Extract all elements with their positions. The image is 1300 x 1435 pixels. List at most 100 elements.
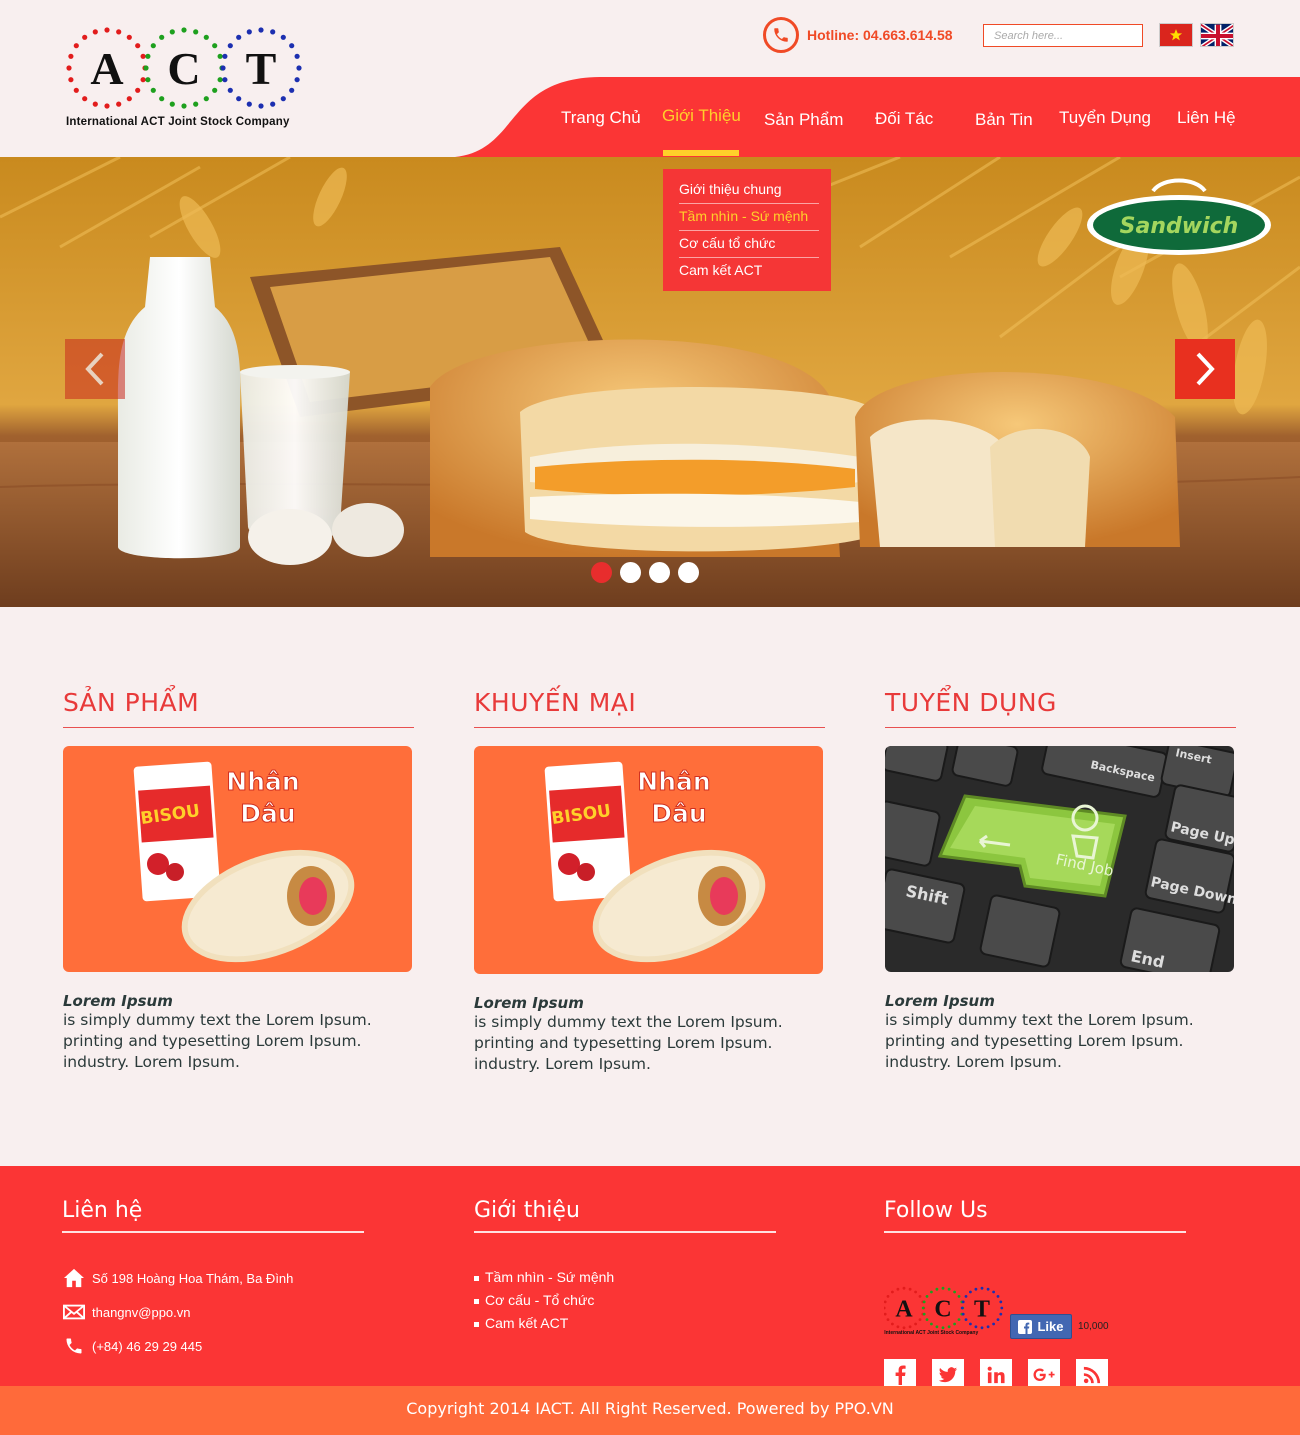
logo-star: [914, 1322, 917, 1326]
footer-link-structure[interactable]: Cơ cấu - Tổ chức: [474, 1289, 776, 1312]
logo-star: [953, 1290, 956, 1294]
vietnamese-flag-icon[interactable]: [1159, 23, 1193, 47]
footer-logo-caption: International ACT Joint Stock Company: [884, 1330, 978, 1336]
nav-item-news[interactable]: Bản Tin: [975, 110, 1033, 130]
caption-line: is simply dummy text the Lorem Ipsum.: [474, 1013, 783, 1031]
logo-star: [159, 96, 165, 102]
dropdown-item-overview[interactable]: Giới thiệu chung: [679, 177, 819, 204]
slider-dot[interactable]: [620, 562, 641, 583]
logo-star: [289, 43, 295, 49]
careers-column: TUYỂN DỤNG Find Job Shift Page Up Page D…: [885, 688, 1236, 1073]
footer-link-vision[interactable]: Tầm nhìn - Sứ mệnh: [474, 1266, 776, 1289]
facebook-icon: [1018, 1319, 1033, 1334]
contact-phone-text: (+84) 46 29 29 445: [92, 1338, 203, 1354]
logo-star: [996, 1318, 1000, 1321]
slider-dot[interactable]: [649, 562, 670, 583]
logo-star: [296, 65, 302, 71]
logo-star: [908, 1325, 912, 1329]
footer-link-commitment[interactable]: Cam kết ACT: [474, 1312, 776, 1335]
caption-line: industry. Lorem Ipsum.: [63, 1053, 240, 1071]
nav-item-careers[interactable]: Tuyển Dụng: [1059, 108, 1151, 128]
dropdown-item-commitment[interactable]: Cam kết ACT: [679, 258, 819, 285]
slider-dot[interactable]: [591, 562, 612, 583]
logo-star: [947, 1287, 951, 1291]
logo-letter: C: [934, 1296, 951, 1322]
logo-star: [896, 1325, 900, 1329]
caption-title: Lorem Ipsum: [474, 994, 584, 1012]
footer-about: Giới thiệu Tầm nhìn - Sứ mệnh Cơ cấu - T…: [474, 1198, 776, 1335]
facebook-like-button[interactable]: Like: [1010, 1314, 1072, 1339]
contact-address: Số 198 Hoàng Hoa Thám, Ba Đình: [62, 1261, 364, 1295]
logo-star: [92, 101, 98, 107]
copyright-bar: Copyright 2014 IACT. All Right Reserved.…: [0, 1386, 1300, 1435]
logo-star: [140, 53, 146, 59]
hotline[interactable]: Hotline: 04.663.614.58: [763, 17, 953, 53]
product-image-text-2: Dâu: [240, 799, 295, 828]
logo-rings: ACT: [66, 27, 302, 109]
contact-email[interactable]: thangnv@ppo.vn: [62, 1295, 364, 1329]
phone-icon: [62, 1335, 86, 1357]
sandwich-badge-text: Sandwich: [1120, 214, 1239, 239]
slider-next-button[interactable]: [1175, 339, 1235, 399]
nav-item-about[interactable]: Giới Thiệu: [662, 106, 741, 126]
logo-star: [73, 87, 79, 93]
logo-star: [82, 96, 88, 102]
contact-email-text: thangnv@ppo.vn: [92, 1304, 191, 1320]
nav-item-products[interactable]: Sản Phẩm: [764, 110, 843, 130]
logo-star: [82, 34, 88, 40]
logo-star: [116, 29, 122, 35]
logo-star: [896, 1287, 900, 1291]
products-column: SẢN PHẨM BISOU Nhân Dâu Lorem Ipsum is s…: [63, 688, 414, 1073]
facebook-like-count: 10,000: [1078, 1321, 1109, 1332]
caption-line: is simply dummy text the Lorem Ipsum.: [885, 1011, 1194, 1029]
logo-star: [918, 1318, 922, 1321]
slider-dot[interactable]: [678, 562, 699, 583]
english-flag-icon[interactable]: [1200, 23, 1234, 47]
hotline-text: Hotline: 04.663.614.58: [807, 27, 953, 43]
logo-star: [280, 34, 286, 40]
logo-star: [891, 1290, 894, 1294]
logo-star: [941, 1326, 945, 1330]
footer-logo[interactable]: A C T International ACT Joint Stock Company: [882, 1284, 1004, 1340]
slider-prev-button[interactable]: [65, 339, 125, 399]
logo-star: [922, 1312, 926, 1316]
logo-star: [143, 65, 149, 71]
product-image: BISOU Nhân Dâu: [63, 746, 412, 972]
contact-phone[interactable]: (+84) 46 29 29 445: [62, 1329, 364, 1363]
logo-star: [294, 77, 300, 83]
logo-star: [222, 53, 228, 59]
logo-star: [935, 1287, 939, 1291]
logo-star: [203, 34, 209, 40]
logo-letter: T: [974, 1296, 990, 1322]
dropdown-item-structure[interactable]: Cơ cấu tổ chức: [679, 231, 819, 258]
promotion-image-text-1: Nhân: [637, 767, 710, 796]
products-thumbnail[interactable]: BISOU Nhân Dâu: [63, 746, 412, 972]
search-input[interactable]: [983, 24, 1143, 47]
logo-star: [135, 43, 141, 49]
nav-item-partners[interactable]: Đối Tác: [875, 109, 933, 129]
keyboard-image: Find Job Shift Page Up Page Down Backspa…: [885, 746, 1234, 972]
logo-star: [289, 87, 295, 93]
logo-star: [921, 1306, 925, 1310]
logo-star: [258, 27, 264, 33]
logo-star: [246, 29, 252, 35]
logo-star: [280, 96, 286, 102]
logo-star: [961, 1312, 965, 1316]
caption-body: is simply dummy text the Lorem Ipsum. pr…: [474, 1012, 825, 1075]
logo-star: [150, 43, 156, 49]
site-header: ACT International ACT Joint Stock Compan…: [0, 0, 1300, 160]
logo-star: [236, 96, 242, 102]
logo-star: [957, 1295, 961, 1298]
promotions-thumbnail[interactable]: BISOU Nhân Dâu: [474, 746, 823, 974]
dropdown-item-vision[interactable]: Tầm nhìn - Sứ mệnh: [679, 204, 819, 231]
logo-star: [104, 27, 110, 33]
nav-item-contact[interactable]: Liên Hệ: [1177, 108, 1236, 128]
logo-star: [126, 34, 132, 40]
logo-star: [886, 1295, 890, 1298]
logo-star: [992, 1322, 995, 1326]
logo-star: [922, 1300, 926, 1304]
logo-star: [217, 53, 223, 59]
logo-star: [908, 1287, 912, 1291]
nav-item-home[interactable]: Trang Chủ: [561, 108, 641, 128]
careers-thumbnail[interactable]: Find Job Shift Page Up Page Down Backspa…: [885, 746, 1234, 972]
